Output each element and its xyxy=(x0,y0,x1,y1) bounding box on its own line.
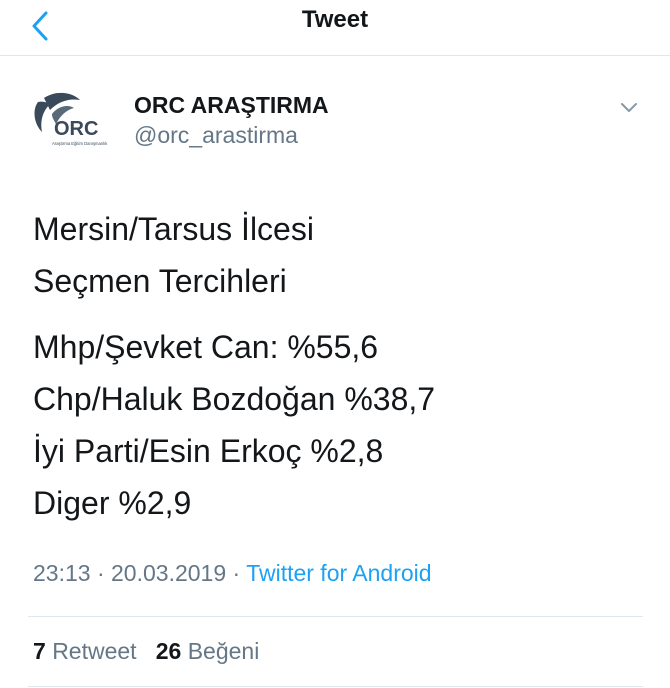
tweet-line: Mersin/Tarsus İlcesi xyxy=(33,211,314,247)
orc-logo: ORC Araştırma Eğitim Danışmanlık xyxy=(34,92,108,146)
tweet-date: 20.03.2019 xyxy=(111,560,227,586)
tweet-paragraph: Mhp/Şevket Can: %55,6 Chp/Haluk Bozdoğan… xyxy=(33,321,643,529)
likes-count: 26 xyxy=(155,638,182,664)
tweet-time: 23:13 xyxy=(33,560,91,586)
tweet-options-button[interactable] xyxy=(615,94,643,122)
likes-stat[interactable]: 26 Beğeni xyxy=(156,638,260,664)
tweet-source-link[interactable]: Twitter for Android xyxy=(246,560,431,586)
tweet-stats: 7 Retweet 26 Beğeni xyxy=(33,638,259,665)
tweet-line: Diger %2,9 xyxy=(33,485,192,521)
tweet-text: Mersin/Tarsus İlcesi Seçmen Tercihleri M… xyxy=(33,203,643,529)
divider xyxy=(28,616,643,617)
meta-separator: · xyxy=(232,560,241,586)
nav-bar: Tweet xyxy=(0,0,670,56)
tweet-author: ORC Araştırma Eğitim Danışmanlık ORC ARA… xyxy=(28,88,643,158)
tweet-meta: 23:13 · 20.03.2019 · Twitter for Android xyxy=(33,560,432,587)
likes-label: Beğeni xyxy=(187,638,260,664)
tweet-paragraph: Mersin/Tarsus İlcesi Seçmen Tercihleri xyxy=(33,203,643,307)
avatar[interactable]: ORC Araştırma Eğitim Danışmanlık xyxy=(28,88,128,150)
chevron-down-icon xyxy=(621,103,637,112)
logo-tagline: Araştırma Eğitim Danışmanlık xyxy=(52,141,108,146)
tweet-line: Seçmen Tercihleri xyxy=(33,263,287,299)
page-title: Tweet xyxy=(301,6,369,33)
author-name[interactable]: ORC ARAŞTIRMA xyxy=(134,92,329,119)
tweet-line: İyi Parti/Esin Erkoç %2,8 xyxy=(33,433,384,469)
tweet-detail-screen: Tweet ORC Araştırma Eğitim Danışmanlık O… xyxy=(0,0,670,688)
retweets-label: Retweet xyxy=(52,638,137,664)
tweet-line: Chp/Haluk Bozdoğan %38,7 xyxy=(33,381,436,417)
author-handle[interactable]: @orc_arastirma xyxy=(134,122,298,149)
divider xyxy=(28,686,643,687)
meta-separator: · xyxy=(96,560,105,586)
logo-text: ORC xyxy=(54,118,98,140)
tweet-line: Mhp/Şevket Can: %55,6 xyxy=(33,329,379,365)
retweets-stat[interactable]: 7 Retweet xyxy=(33,638,137,664)
retweets-count: 7 xyxy=(33,638,46,664)
